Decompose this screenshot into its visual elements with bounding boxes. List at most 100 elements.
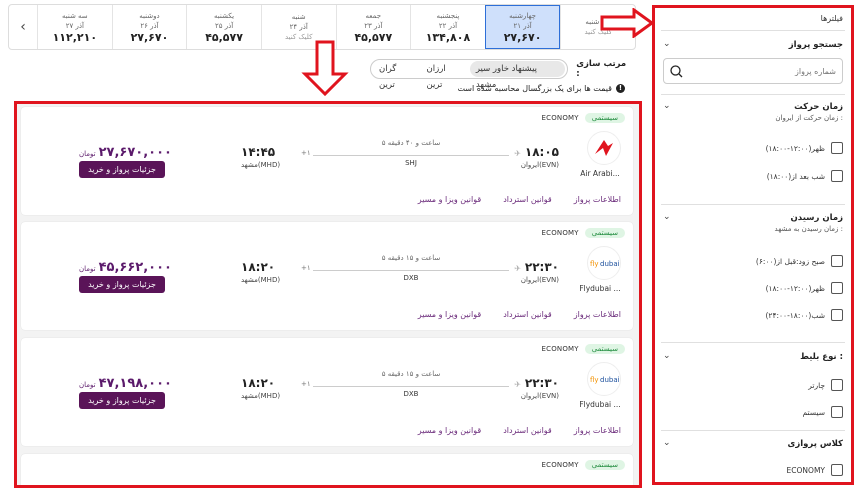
cabin-class-section-title: کلاس پروازی: [787, 439, 843, 449]
arrival-time: ۱۴:۴۵: [241, 145, 276, 159]
departure-city: ایروان(EVN): [520, 276, 559, 284]
checkbox[interactable]: [831, 170, 843, 182]
card-links: اطلاعات پرواز قوانین استرداد قوانین ویزا…: [418, 195, 621, 204]
date-day: سه شنبه: [585, 18, 612, 26]
date-cell[interactable]: جمعه ۲۳ آذر ۴۵,۵۷۷: [335, 5, 411, 49]
checkbox[interactable]: [831, 282, 843, 294]
chevron-down-icon[interactable]: ⌄: [663, 39, 671, 49]
card-tags: سیستمی ECONOMY: [541, 228, 625, 238]
svg-text:dubai: dubai: [600, 376, 619, 384]
date-date: ۲۲ آذر: [438, 22, 458, 30]
airline-logo: fly dubai: [587, 246, 621, 280]
departure-section-title: زمان حرکت: [794, 102, 843, 112]
refund-rules-link[interactable]: قوانین استرداد: [503, 195, 552, 204]
sort-option-cheapest[interactable]: ارزان ترین: [421, 61, 470, 90]
system-badge: سیستمی: [584, 344, 625, 354]
date-day: پنجشنبه: [436, 12, 460, 20]
svg-text:dubai: dubai: [600, 260, 619, 268]
filter-option: سیستم: [663, 405, 843, 419]
price-wrap: ۲۷,۶۷۰,۰۰۰ تومان: [79, 145, 172, 160]
visa-rules-link[interactable]: قوانین ویزا و مسیر: [418, 310, 481, 319]
departure-time: ۲۲:۳۰: [524, 376, 559, 390]
flight-info-link[interactable]: اطلاعات پرواز: [574, 310, 621, 319]
airline-name: Flydubai ...: [579, 400, 621, 409]
flight-details-buy-button[interactable]: جزئیات پرواز و خرید: [79, 392, 165, 409]
date-price: کلیک کنید: [284, 33, 313, 41]
price-note-text: قیمت ها برای یک بزرگسال محاسبه شده است: [457, 84, 612, 93]
date-cell-selected[interactable]: چهارشنبه ۲۱ آذر ۲۷,۶۷۰: [484, 5, 561, 49]
date-date: ۲۷ آذر: [65, 22, 84, 30]
card-tags: سیستمی ECONOMY: [541, 460, 625, 470]
system-badge: سیستمی: [584, 113, 625, 123]
date-cell[interactable]: سه شنبه ۲۷ آذر ۱۱۲,۲۱۰: [37, 5, 112, 49]
date-strip: ‹ سه شنبه ۲۷ آذر ۱۱۲,۲۱۰ دوشنبه ۲۶ آذر ۲…: [8, 4, 636, 50]
sort-option-suggested[interactable]: پیشنهاد خاور سیر مشهد: [469, 61, 566, 90]
date-day: سه شنبه: [61, 12, 88, 20]
departure-time: ۲۲:۳۰: [524, 260, 559, 274]
date-price: ۱۳۴,۸۰۸: [425, 31, 471, 44]
date-cell[interactable]: پنجشنبه ۲۲ آذر ۱۳۴,۸۰۸: [410, 5, 485, 49]
flight-price: ۴۵,۶۶۲,۰۰۰: [98, 260, 172, 275]
chevron-down-icon[interactable]: ⌄: [663, 438, 671, 448]
checkbox[interactable]: [831, 142, 843, 154]
flight-info-link[interactable]: اطلاعات پرواز: [574, 426, 621, 435]
divider: [661, 30, 845, 31]
checkbox[interactable]: [831, 255, 843, 267]
flight-price: ۴۷,۱۹۸,۰۰۰: [98, 376, 172, 391]
chevron-down-icon[interactable]: ⌄: [663, 212, 671, 222]
route: +۱ ۵ ساعت و ۴۰ دقیقه ✈ SHJ: [301, 139, 521, 179]
flydubai-logo-icon: fly dubai: [589, 256, 619, 270]
plane-icon: ✈: [514, 380, 521, 389]
flight-number-input[interactable]: [683, 66, 836, 76]
checkbox[interactable]: [831, 309, 843, 321]
arrival-city: مشهد(MHD): [241, 161, 281, 169]
refund-rules-link[interactable]: قوانین استرداد: [503, 426, 552, 435]
filters-panel: فیلترها جستجو پرواز ⌄ زمان حرکت ⌄ زمان ح…: [652, 5, 854, 485]
date-price: ۴۵,۵۷۷: [205, 31, 243, 44]
air-arabia-logo-icon: [591, 135, 617, 161]
chevron-down-icon[interactable]: ⌄: [663, 351, 671, 361]
prev-dates-arrow[interactable]: ‹: [9, 5, 37, 49]
chevron-down-icon[interactable]: ⌄: [663, 101, 671, 111]
checkbox[interactable]: [831, 464, 843, 476]
card-tags: سیستمی ECONOMY: [541, 113, 625, 123]
arrival-city: مشهد(MHD): [241, 276, 281, 284]
arrival-time: ۱۸:۲۰: [241, 376, 276, 390]
date-date: ۲۱ آذر: [513, 22, 532, 30]
checkbox[interactable]: [831, 406, 843, 418]
sort-title: مرتب سازی :: [576, 59, 627, 79]
route: +۱ ۵ ساعت و ۱۵ دقیقه ✈ DXB: [301, 254, 521, 294]
flight-info-link[interactable]: اطلاعات پرواز: [574, 195, 621, 204]
airline-name: Air Arabi...: [580, 169, 620, 178]
duration: ۵ ساعت و ۴۰ دقیقه: [381, 139, 441, 147]
plane-icon: ✈: [514, 149, 521, 158]
filter-option: ظهر(۱۲:۰۰-۱۸:۰۰): [663, 281, 843, 295]
price-note: ! قیمت ها برای یک بزرگسال محاسبه شده است: [300, 84, 625, 93]
flight-card: سیستمی ECONOMY: [21, 454, 633, 485]
option-label: شب بعد از(۱۸:۰۰): [766, 171, 825, 181]
visa-rules-link[interactable]: قوانین ویزا و مسیر: [418, 195, 481, 204]
visa-rules-link[interactable]: قوانین ویزا و مسیر: [418, 426, 481, 435]
refund-rules-link[interactable]: قوانین استرداد: [503, 310, 552, 319]
checkbox[interactable]: [831, 379, 843, 391]
date-cell[interactable]: یکشنبه ۲۵ آذر ۴۵,۵۷۷: [186, 5, 261, 49]
date-price: ۴۵,۵۷۷: [354, 31, 393, 44]
flight-details-buy-button[interactable]: جزئیات پرواز و خرید: [79, 276, 165, 293]
flight-details-buy-button[interactable]: جزئیات پرواز و خرید: [79, 161, 165, 178]
option-label: سیستم: [802, 407, 826, 417]
flight-list: سیستمی ECONOMY Air Arabi... ۱۸:۰۵ ایروان…: [14, 101, 642, 488]
price-wrap: ۴۵,۶۶۲,۰۰۰ تومان: [79, 260, 172, 275]
departure-subtitle: زمان حرکت از ایروان :: [775, 114, 843, 122]
class-label: ECONOMY: [541, 114, 579, 122]
date-price: ۲۷,۶۷۰: [503, 31, 542, 44]
date-day: چهارشنبه: [509, 12, 537, 20]
stopover: DXB: [403, 274, 419, 282]
date-cell[interactable]: سه شنبه کلیک کنید: [560, 5, 635, 49]
date-cell[interactable]: دوشنبه ۲۶ آذر ۲۷,۶۷۰: [111, 5, 187, 49]
search-icon[interactable]: [670, 64, 683, 78]
filter-option: شب بعد از(۱۸:۰۰): [663, 169, 843, 183]
card-links: اطلاعات پرواز قوانین استرداد قوانین ویزا…: [418, 426, 621, 435]
date-price: کلیک کنید: [584, 28, 612, 36]
date-cell[interactable]: شنبه ۲۴ آذر کلیک کنید: [260, 5, 336, 49]
sort-option-most-expensive[interactable]: گران ترین: [373, 61, 421, 90]
